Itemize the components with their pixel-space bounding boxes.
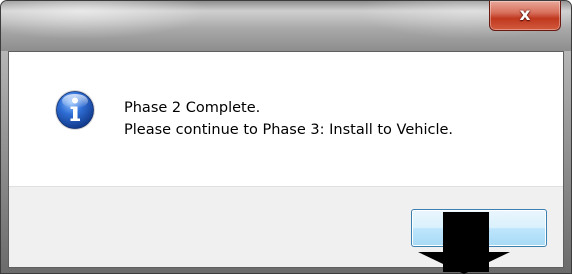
dialog-titlebar[interactable]: x [1, 1, 571, 51]
close-icon: x [519, 5, 531, 25]
message-line-2: Please continue to Phase 3: Install to V… [124, 122, 453, 138]
arrow-pointer-icon [418, 252, 510, 274]
information-icon [55, 90, 95, 130]
message-line-1: Phase 2 Complete. [124, 100, 261, 116]
close-button[interactable]: x [489, 1, 561, 31]
dialog-message: Phase 2 Complete. Please continue to Pha… [124, 97, 554, 141]
dialog-content: Phase 2 Complete. Please continue to Pha… [9, 52, 563, 186]
